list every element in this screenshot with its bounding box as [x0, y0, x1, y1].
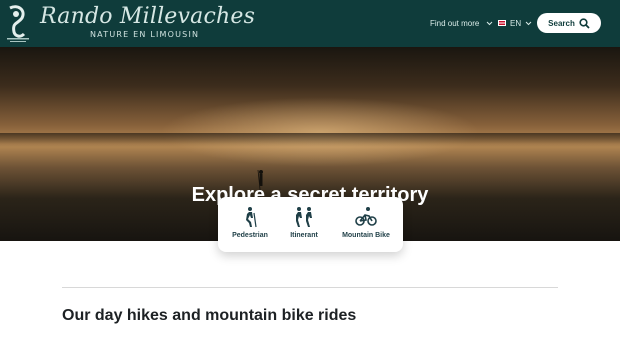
activity-mountain-bike[interactable]: Mountain Bike	[329, 206, 403, 239]
language-label: EN	[510, 18, 522, 28]
find-out-more-label: Find out more	[430, 18, 480, 28]
chevron-down-icon	[487, 21, 493, 25]
activity-label: Mountain Bike	[342, 232, 390, 239]
hiker-icon	[246, 207, 257, 228]
uk-flag-icon	[498, 20, 506, 26]
section-title: Our day hikes and mountain bike rides	[62, 307, 357, 324]
find-out-more-menu[interactable]: Find out more	[430, 15, 493, 31]
chevron-down-icon	[525, 21, 532, 25]
search-icon	[579, 17, 590, 29]
activity-itinerant[interactable]: Itinerant	[274, 206, 334, 239]
site-header: Rando Millevaches NATURE EN LIMOUSIN Fin…	[0, 0, 620, 47]
hero-sunset-glow	[160, 97, 480, 167]
activity-label: Pedestrian	[232, 232, 268, 239]
two-hikers-icon	[296, 207, 312, 227]
hero-treeline	[0, 133, 620, 147]
language-selector[interactable]: EN	[498, 15, 532, 31]
cyclist-icon	[355, 207, 377, 226]
search-button[interactable]: Search	[537, 13, 601, 33]
logo-icon[interactable]	[4, 4, 32, 44]
logo-tagline: NATURE EN LIMOUSIN	[90, 30, 200, 39]
activity-label: Itinerant	[290, 232, 318, 239]
activity-pedestrian[interactable]: Pedestrian	[220, 206, 280, 239]
section-divider	[62, 287, 558, 288]
search-label: Search	[548, 18, 575, 28]
activity-selector: Pedestrian Itinerant Mountain Bike	[218, 197, 403, 252]
logo-wordmark[interactable]: Rando Millevaches	[40, 4, 255, 30]
